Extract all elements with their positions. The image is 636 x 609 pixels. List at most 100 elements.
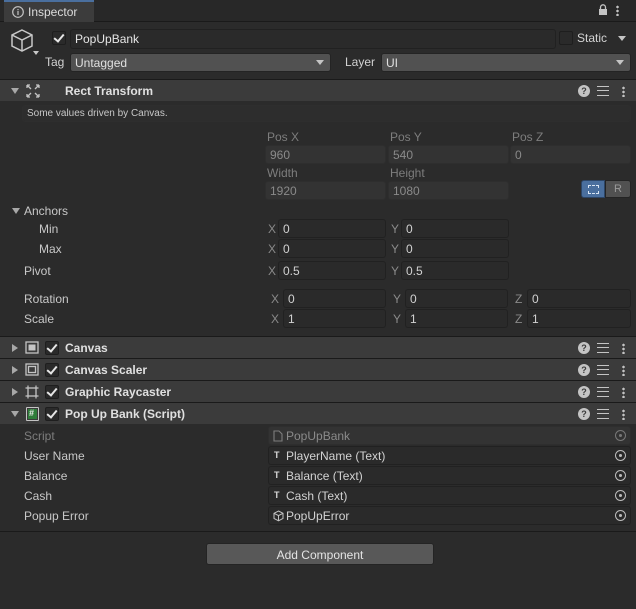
- foldout-collapsed-icon[interactable]: [12, 388, 18, 396]
- object-picker-icon[interactable]: [615, 450, 626, 461]
- add-component-button[interactable]: Add Component: [206, 543, 434, 565]
- pos-z-field[interactable]: 0: [510, 145, 631, 164]
- layer-dropdown[interactable]: UI: [381, 53, 631, 72]
- csharp-script-icon: #: [26, 407, 39, 421]
- graphic-raycaster-header[interactable]: Graphic Raycaster ?: [0, 380, 636, 402]
- gameobject-small-icon: [273, 510, 284, 522]
- rotation-y-field[interactable]: 0: [405, 289, 508, 308]
- script-field-value: PopUpBank: [286, 429, 351, 443]
- presets-icon[interactable]: [597, 387, 609, 397]
- presets-icon[interactable]: [597, 365, 609, 375]
- object-picker-icon[interactable]: [615, 510, 626, 521]
- pos-z-label: Pos Z: [512, 130, 544, 144]
- help-icon[interactable]: ?: [578, 408, 590, 420]
- static-checkbox[interactable]: [559, 31, 573, 45]
- cash-field[interactable]: T Cash (Text): [268, 486, 631, 505]
- script-asset-icon: [273, 430, 283, 442]
- foldout-collapsed-icon[interactable]: [12, 366, 18, 374]
- object-name-field[interactable]: PopUpBank: [70, 29, 556, 49]
- anchor-min-y-axis: Y: [391, 222, 400, 236]
- object-picker-icon[interactable]: [615, 490, 626, 501]
- help-icon[interactable]: ?: [578, 342, 590, 354]
- anchor-min-y-field[interactable]: 0: [401, 219, 509, 238]
- help-icon[interactable]: ?: [578, 386, 590, 398]
- cash-value: Cash (Text): [286, 489, 348, 503]
- height-label: Height: [390, 166, 425, 180]
- component-divider: [0, 531, 636, 532]
- presets-icon[interactable]: [597, 409, 609, 419]
- blueprint-mode-button[interactable]: [581, 180, 605, 198]
- anchor-max-y-field[interactable]: 0: [401, 239, 509, 258]
- rotation-x-field[interactable]: 0: [283, 289, 386, 308]
- scale-x-axis: X: [271, 312, 280, 326]
- user-name-value: PlayerName (Text): [286, 449, 386, 463]
- context-menu-icon[interactable]: [622, 387, 625, 398]
- balance-label: Balance: [24, 469, 68, 483]
- pivot-x-field[interactable]: 0.5: [278, 261, 386, 280]
- context-menu-icon[interactable]: [622, 86, 625, 97]
- static-dropdown-arrow[interactable]: [615, 30, 629, 46]
- foldout-expanded-icon[interactable]: [11, 88, 19, 94]
- tab-menu-icon[interactable]: [616, 5, 619, 16]
- rect-transform-title: Rect Transform: [65, 84, 154, 98]
- help-icon[interactable]: ?: [578, 85, 590, 97]
- pos-x-label: Pos X: [267, 130, 300, 144]
- canvas-header[interactable]: Canvas ?: [0, 336, 636, 358]
- user-name-field[interactable]: T PlayerName (Text): [268, 446, 631, 465]
- anchor-min-x-axis: X: [268, 222, 277, 236]
- context-menu-icon[interactable]: [622, 343, 625, 354]
- presets-icon[interactable]: [597, 86, 609, 96]
- anchor-max-x-axis: X: [268, 242, 277, 256]
- text-component-icon: T: [274, 470, 280, 480]
- rotation-z-field[interactable]: 0: [527, 289, 631, 308]
- popup-error-field[interactable]: PopUpError: [268, 506, 631, 525]
- raw-edit-label: R: [614, 183, 622, 195]
- anchor-min-x-field[interactable]: 0: [278, 219, 386, 238]
- layer-value: UI: [386, 56, 398, 70]
- object-picker-icon[interactable]: [615, 470, 626, 481]
- scale-y-field[interactable]: 1: [405, 309, 508, 328]
- anchors-label[interactable]: Anchors: [24, 205, 68, 217]
- anchor-max-x-field[interactable]: 0: [278, 239, 386, 258]
- rect-transform-header[interactable]: Rect Transform ?: [0, 79, 636, 101]
- rotation-label: Rotation: [24, 292, 69, 306]
- scale-x-field[interactable]: 1: [283, 309, 386, 328]
- pivot-y-axis: Y: [391, 264, 400, 278]
- scale-label: Scale: [24, 312, 55, 326]
- add-component-label: Add Component: [276, 548, 364, 562]
- static-label: Static: [577, 31, 608, 45]
- context-menu-icon[interactable]: [622, 365, 625, 376]
- raw-edit-button[interactable]: R: [605, 180, 631, 198]
- lock-icon[interactable]: [598, 4, 608, 16]
- canvas-scaler-header[interactable]: Canvas Scaler ?: [0, 358, 636, 380]
- blueprint-icon: [588, 185, 599, 194]
- pivot-y-field[interactable]: 0.5: [401, 261, 509, 280]
- cash-label: Cash: [24, 489, 53, 503]
- object-picker-icon: [615, 430, 626, 441]
- scale-z-axis: Z: [515, 312, 523, 326]
- foldout-collapsed-icon[interactable]: [12, 344, 18, 352]
- scale-z-field[interactable]: 1: [527, 309, 631, 328]
- active-checkbox[interactable]: [52, 31, 66, 45]
- tab-inspector[interactable]: Inspector: [4, 0, 94, 22]
- presets-icon[interactable]: [597, 343, 609, 353]
- gameobject-icon[interactable]: [10, 28, 40, 56]
- context-menu-icon[interactable]: [622, 409, 625, 420]
- script-component-header[interactable]: # Pop Up Bank (Script) ?: [0, 402, 636, 424]
- rotation-z-axis: Z: [515, 292, 523, 306]
- canvas-scaler-enabled-checkbox[interactable]: [45, 363, 59, 377]
- anchors-foldout-icon[interactable]: [12, 208, 20, 214]
- canvas-enabled-checkbox[interactable]: [45, 341, 59, 355]
- inspector-info-icon: [12, 6, 24, 18]
- graphic-raycaster-enabled-checkbox[interactable]: [45, 385, 59, 399]
- user-name-label: User Name: [24, 449, 85, 463]
- foldout-expanded-icon[interactable]: [11, 411, 19, 417]
- tag-dropdown[interactable]: Untagged: [70, 53, 331, 72]
- popup-error-value: PopUpError: [286, 509, 350, 523]
- width-label: Width: [267, 166, 298, 180]
- help-icon[interactable]: ?: [578, 364, 590, 376]
- script-enabled-checkbox[interactable]: [45, 407, 59, 421]
- layer-label: Layer: [345, 55, 376, 69]
- balance-field[interactable]: T Balance (Text): [268, 466, 631, 485]
- canvas-scaler-icon: [25, 363, 39, 376]
